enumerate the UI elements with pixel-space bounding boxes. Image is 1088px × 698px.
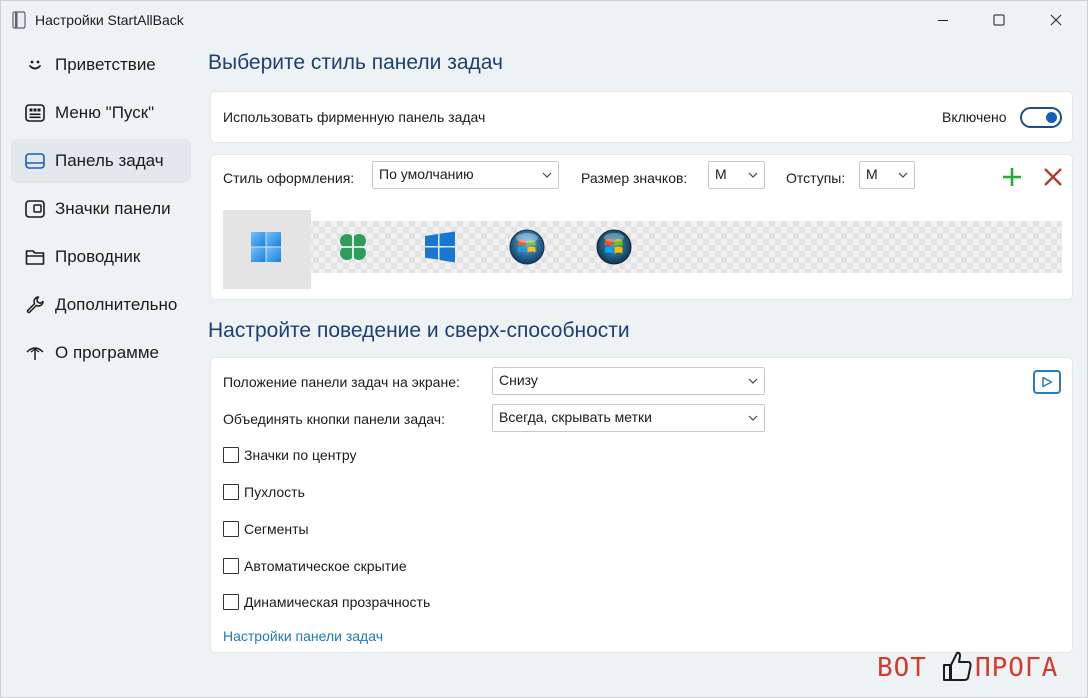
maximize-button[interactable]: [974, 1, 1024, 39]
watermark: ВОТ ПРОГА: [877, 649, 1077, 689]
tray-icon: [25, 199, 45, 219]
title-bar: Настройки StartAllBack: [1, 1, 1087, 39]
sidebar-item-taskbar[interactable]: Панель задач: [11, 139, 191, 183]
sidebar-item-label: Меню "Пуск": [55, 103, 155, 122]
theme-select[interactable]: По умолчанию: [372, 161, 559, 189]
window-title: Настройки StartAllBack: [35, 12, 184, 28]
delete-icon[interactable]: [1041, 165, 1065, 189]
sidebar-item-start-menu[interactable]: Меню "Пуск": [11, 91, 191, 135]
video-help-button[interactable]: [1033, 370, 1061, 394]
taskbar-style-card: Стиль оформления: По умолчанию Размер зн…: [210, 154, 1073, 300]
checkbox-label: Динамическая прозрачность: [244, 594, 431, 610]
checkbox-label: Автоматическое скрытие: [244, 558, 407, 574]
chunky-checkbox-row[interactable]: Пухлость: [223, 484, 305, 500]
icon-size-label: Размер значков:: [581, 170, 688, 186]
sidebar-item-advanced[interactable]: Дополнительно: [11, 283, 191, 327]
combine-label: Объединять кнопки панели задач:: [223, 411, 445, 427]
windows-vista-orb-icon: [509, 229, 545, 265]
wrench-icon: [25, 295, 45, 315]
toggle-state-label: Включено: [942, 109, 1007, 125]
smile-icon: [25, 55, 45, 75]
position-label: Положение панели задач на экране:: [223, 374, 460, 390]
checkbox-label: Значки по центру: [244, 447, 357, 463]
sidebar-item-explorer[interactable]: Проводник: [11, 235, 191, 279]
clover-icon: [340, 234, 366, 260]
dynamic-transparency-checkbox-row[interactable]: Динамическая прозрачность: [223, 594, 430, 610]
sidebar-item-label: Дополнительно: [55, 295, 178, 314]
custom-taskbar-label: Использовать фирменную панель задач: [223, 109, 486, 125]
chevron-down-icon: [542, 172, 552, 178]
custom-taskbar-card: Использовать фирменную панель задач Вклю…: [210, 91, 1073, 143]
sidebar-item-label: О программе: [55, 343, 160, 362]
icon-size-value: M: [715, 166, 727, 182]
taskbar-style-heading: Выберите стиль панели задач: [208, 51, 503, 74]
sidebar-item-label: Панель задач: [55, 151, 164, 170]
padding-value: M: [866, 166, 878, 182]
add-icon[interactable]: [1000, 165, 1024, 189]
settings-window: Настройки StartAllBack Приветствие Меню …: [0, 0, 1088, 698]
style-option-windows11[interactable]: [248, 229, 284, 265]
watermark-right: ПРОГА: [975, 653, 1059, 683]
checkbox[interactable]: [223, 484, 239, 500]
windows-7-orb-icon: [596, 229, 632, 265]
folder-icon: [25, 247, 45, 267]
style-option-vista[interactable]: [509, 229, 545, 265]
sidebar-item-about[interactable]: О программе: [11, 331, 191, 375]
behavior-heading: Настройте поведение и сверх-способности: [208, 319, 630, 342]
style-option-windows7[interactable]: [596, 229, 632, 265]
windows-10-icon: [425, 231, 455, 263]
maximize-icon: [993, 14, 1005, 26]
start-menu-icon: [25, 103, 45, 123]
style-option-windows10[interactable]: [422, 229, 458, 265]
checkbox-label: Сегменты: [244, 521, 309, 537]
chevron-down-icon: [898, 172, 908, 178]
sidebar-item-label: Проводник: [55, 247, 141, 266]
minimize-icon: [938, 20, 948, 21]
play-icon: [1042, 376, 1053, 388]
checkbox[interactable]: [223, 447, 239, 463]
toggle-knob: [1046, 112, 1057, 123]
sidebar-item-label: Значки панели: [55, 199, 171, 218]
close-icon: [1050, 14, 1062, 26]
minimize-button[interactable]: [918, 1, 968, 39]
app-icon: [12, 11, 26, 29]
behavior-card: Положение панели задач на экране: Снизу …: [210, 357, 1073, 653]
combine-select[interactable]: Всегда, скрывать метки: [492, 404, 765, 432]
watermark-left: ВОТ: [877, 653, 927, 683]
close-button[interactable]: [1031, 1, 1081, 39]
chevron-down-icon: [748, 415, 758, 421]
sidebar-item-label: Приветствие: [55, 55, 156, 74]
sidebar: Приветствие Меню "Пуск" Панель задач Зна…: [11, 43, 191, 379]
theme-select-value: По умолчанию: [379, 166, 474, 182]
theme-label: Стиль оформления:: [223, 170, 355, 186]
checkbox[interactable]: [223, 558, 239, 574]
about-icon: [25, 343, 45, 363]
taskbar-icon: [25, 151, 45, 171]
chevron-down-icon: [748, 378, 758, 384]
taskbar-settings-link[interactable]: Настройки панели задач: [223, 628, 383, 644]
chevron-down-icon: [748, 172, 758, 178]
thumbs-up-icon: [943, 651, 972, 681]
checkbox[interactable]: [223, 521, 239, 537]
windows-11-icon: [251, 232, 281, 262]
sidebar-item-welcome[interactable]: Приветствие: [11, 43, 191, 87]
padding-label: Отступы:: [786, 170, 846, 186]
checkbox[interactable]: [223, 594, 239, 610]
combine-value: Всегда, скрывать метки: [499, 409, 652, 425]
style-option-clover[interactable]: [335, 229, 371, 265]
padding-select[interactable]: M: [859, 161, 915, 189]
position-value: Снизу: [499, 372, 538, 388]
center-icons-checkbox-row[interactable]: Значки по центру: [223, 447, 356, 463]
checkbox-label: Пухлость: [244, 484, 305, 500]
sidebar-item-tray[interactable]: Значки панели: [11, 187, 191, 231]
segments-checkbox-row[interactable]: Сегменты: [223, 521, 309, 537]
icon-size-select[interactable]: M: [708, 161, 765, 189]
custom-taskbar-toggle[interactable]: [1020, 107, 1062, 128]
position-select[interactable]: Снизу: [492, 367, 765, 395]
autohide-checkbox-row[interactable]: Автоматическое скрытие: [223, 558, 407, 574]
